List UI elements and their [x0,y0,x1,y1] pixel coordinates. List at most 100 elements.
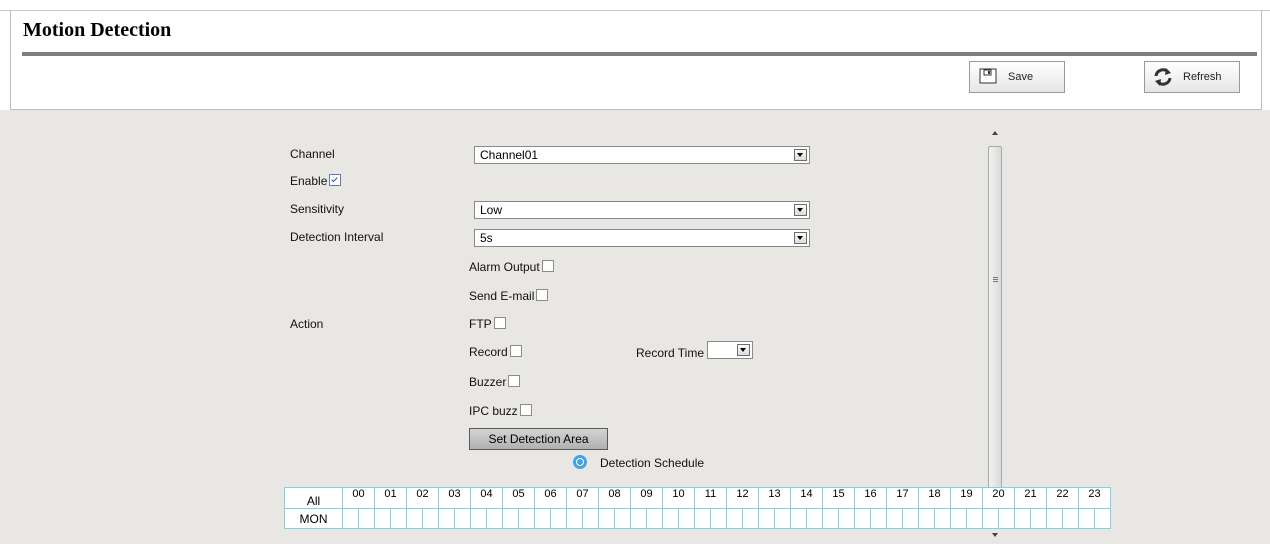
ftp-checkbox[interactable] [493,317,506,329]
schedule-hour-16[interactable]: 16 [854,487,887,509]
clock-icon [573,455,587,469]
schedule-cell[interactable] [950,508,967,529]
schedule-hour-19[interactable]: 19 [950,487,983,509]
schedule-cell[interactable] [630,508,647,529]
schedule-cell[interactable] [342,508,359,529]
detection-interval-select[interactable]: 5s [474,229,810,247]
set-detection-area-button[interactable]: Set Detection Area [469,428,608,450]
ipc-buzz-checkbox[interactable] [519,404,532,416]
record-time-select[interactable] [707,341,753,359]
schedule-cell[interactable] [726,508,743,529]
schedule-cell[interactable] [438,508,455,529]
channel-value: Channel01 [480,148,539,162]
schedule-cell[interactable] [486,508,503,529]
schedule-cell[interactable] [902,508,919,529]
schedule-cell[interactable] [470,508,487,529]
schedule-hour-08[interactable]: 08 [598,487,631,509]
schedule-cell[interactable] [1078,508,1095,529]
schedule-cell[interactable] [1094,508,1111,529]
schedule-cell[interactable] [982,508,999,529]
schedule-cell[interactable] [838,508,855,529]
schedule-hour-23[interactable]: 23 [1078,487,1111,509]
enable-label-text: Enable [290,174,328,188]
schedule-cell[interactable] [758,508,775,529]
schedule-cell[interactable] [550,508,567,529]
schedule-cell[interactable] [566,508,583,529]
schedule-cell[interactable] [1014,508,1031,529]
schedule-hour-18[interactable]: 18 [918,487,951,509]
record-checkbox[interactable] [509,345,522,357]
enable-checkbox[interactable] [329,174,342,186]
schedule-all-button[interactable]: All [284,487,343,509]
schedule-cell[interactable] [598,508,615,529]
schedule-cell[interactable] [886,508,903,529]
schedule-cell[interactable] [534,508,551,529]
schedule-cell[interactable] [918,508,935,529]
scrollbar-thumb[interactable] [988,146,1002,512]
ipc-buzz-label: IPC buzz [469,404,518,418]
schedule-cell[interactable] [966,508,983,529]
schedule-cell[interactable] [582,508,599,529]
chevron-down-icon [794,232,807,244]
schedule-cell[interactable] [614,508,631,529]
schedule-hour-09[interactable]: 09 [630,487,663,509]
sensitivity-select[interactable]: Low [474,201,810,219]
vertical-scrollbar[interactable] [988,127,1004,544]
schedule-cell[interactable] [374,508,391,529]
schedule-cell[interactable] [1030,508,1047,529]
schedule-hour-01[interactable]: 01 [374,487,407,509]
schedule-hour-14[interactable]: 14 [790,487,823,509]
schedule-hour-11[interactable]: 11 [694,487,727,509]
schedule-cell[interactable] [790,508,807,529]
schedule-hour-05[interactable]: 05 [502,487,535,509]
schedule-cell[interactable] [870,508,887,529]
schedule-hour-12[interactable]: 12 [726,487,759,509]
schedule-grid: All 00 01 02 03 04 05 06 07 08 09 10 11 12 13 14 15 16 17 1… [284,487,1111,529]
sensitivity-value: Low [480,203,503,217]
scroll-up-icon[interactable] [992,131,998,135]
schedule-hour-07[interactable]: 07 [566,487,599,509]
schedule-hour-06[interactable]: 06 [534,487,567,509]
schedule-cell[interactable] [1062,508,1079,529]
schedule-cell[interactable] [422,508,439,529]
schedule-cell[interactable] [454,508,471,529]
schedule-cell[interactable] [694,508,711,529]
schedule-cell[interactable] [1046,508,1063,529]
schedule-hour-17[interactable]: 17 [886,487,919,509]
send-email-checkbox[interactable] [536,289,549,301]
alarm-output-checkbox[interactable] [541,260,554,272]
schedule-hour-22[interactable]: 22 [1046,487,1079,509]
schedule-hour-02[interactable]: 02 [406,487,439,509]
schedule-hour-04[interactable]: 04 [470,487,503,509]
schedule-hour-10[interactable]: 10 [662,487,695,509]
schedule-cell[interactable] [854,508,871,529]
schedule-cell[interactable] [358,508,375,529]
schedule-cell[interactable] [934,508,951,529]
scroll-down-icon[interactable] [992,533,998,537]
save-button[interactable]: Save [969,61,1065,93]
schedule-hour-00[interactable]: 00 [342,487,375,509]
schedule-cell[interactable] [774,508,791,529]
schedule-hour-15[interactable]: 15 [822,487,855,509]
schedule-cell[interactable] [502,508,519,529]
schedule-cell[interactable] [998,508,1015,529]
schedule-cell[interactable] [678,508,695,529]
refresh-button[interactable]: Refresh [1144,61,1240,93]
schedule-cell[interactable] [806,508,823,529]
schedule-cell[interactable] [390,508,407,529]
schedule-cell[interactable] [742,508,759,529]
schedule-cell[interactable] [662,508,679,529]
schedule-hour-21[interactable]: 21 [1014,487,1047,509]
schedule-cell[interactable] [646,508,663,529]
schedule-cell[interactable] [822,508,839,529]
schedule-hour-03[interactable]: 03 [438,487,471,509]
schedule-day-label[interactable]: MON [284,508,343,529]
channel-select[interactable]: Channel01 [474,146,810,164]
buzzer-checkbox[interactable] [508,375,521,387]
schedule-day-row: MON [284,508,1111,529]
schedule-cell[interactable] [518,508,535,529]
schedule-cell[interactable] [710,508,727,529]
schedule-hour-13[interactable]: 13 [758,487,791,509]
schedule-cell[interactable] [406,508,423,529]
schedule-hour-20[interactable]: 20 [982,487,1015,509]
